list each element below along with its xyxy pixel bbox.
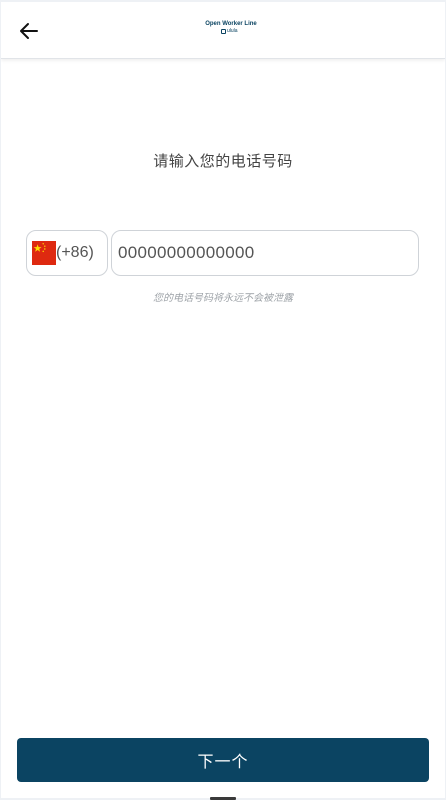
country-code-selector[interactable]: (+86): [26, 230, 108, 276]
arrow-left-icon: [20, 23, 38, 39]
privacy-hint: 您的电话号码将永远不会被泄露: [153, 293, 293, 304]
logo-subtitle: ulula: [221, 28, 271, 35]
logo-title: Open Worker Line: [205, 21, 257, 27]
app-header: Open Worker Line ulula: [1, 2, 445, 59]
china-flag-icon: [32, 241, 56, 265]
screen: Open Worker Line ulula 请输入您的电话号码 (+86) 您…: [1, 2, 445, 798]
ulula-logo-icon: [221, 29, 226, 34]
country-code: (+86): [56, 244, 94, 261]
next-button[interactable]: 下一个: [17, 738, 429, 782]
page-prompt: 请输入您的电话号码: [153, 153, 293, 170]
logo-sub-text: ulula: [227, 28, 238, 34]
phone-number-input[interactable]: [111, 230, 419, 276]
app-logo: Open Worker Line ulula: [191, 20, 271, 35]
back-button[interactable]: [13, 15, 45, 47]
